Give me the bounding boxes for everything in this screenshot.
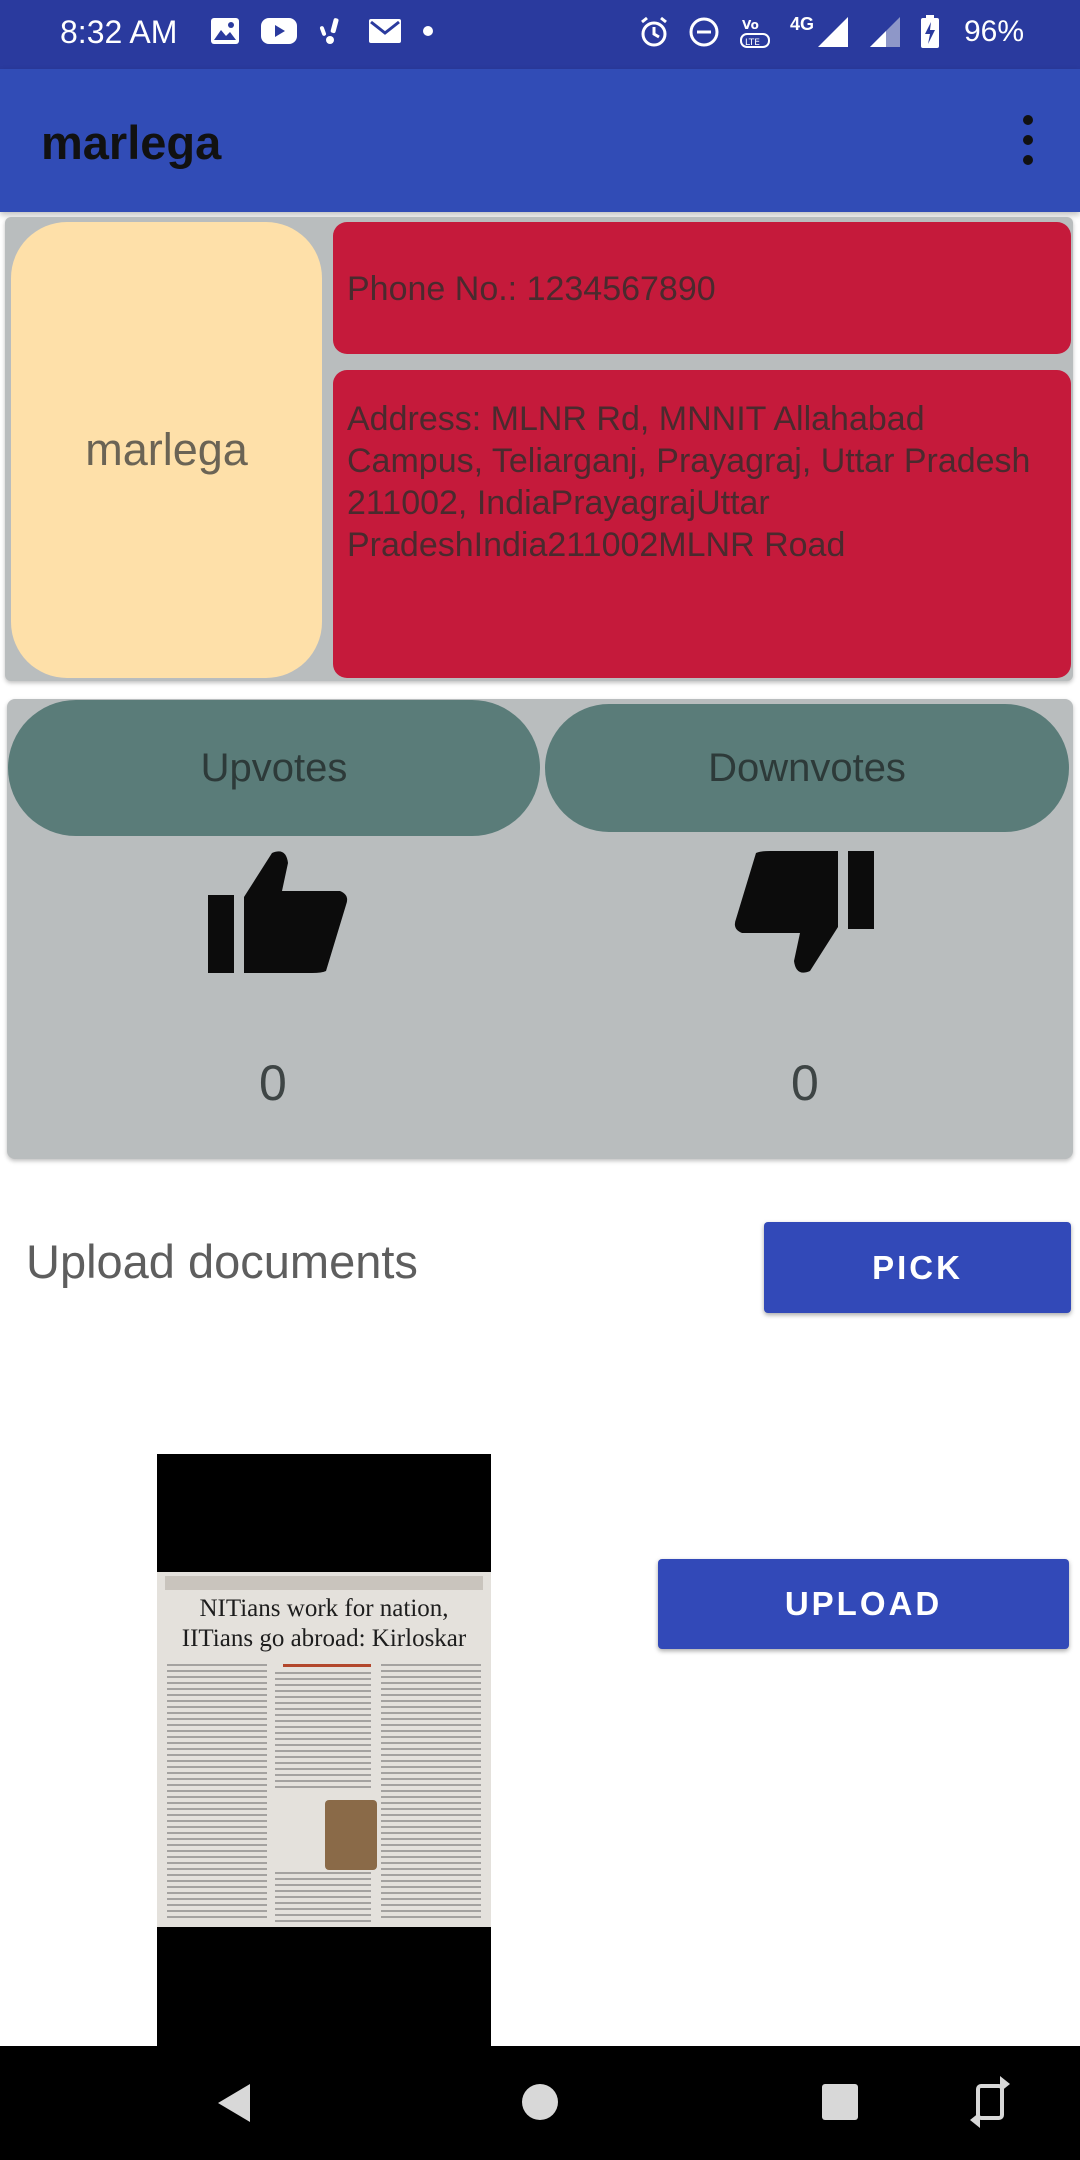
overflow-dot: [1023, 115, 1033, 125]
app-screen: 8:32 AM Vo LTE 4G 96% marlega marlega Ph…: [0, 0, 1080, 2160]
recents-icon[interactable]: [822, 2084, 858, 2120]
gmail-icon: [369, 19, 401, 43]
battery-charging-icon: [920, 14, 939, 48]
rotate-icon[interactable]: [970, 2076, 1010, 2128]
signal-weak-icon: [869, 16, 900, 47]
upload-documents-label: Upload documents: [26, 1235, 418, 1288]
text-column: [381, 1664, 481, 1919]
notification-icon: [319, 18, 339, 44]
thumbs-up-icon[interactable]: [202, 845, 352, 975]
upvotes-button[interactable]: Upvotes: [8, 700, 540, 836]
thumbs-down-icon[interactable]: [730, 849, 880, 979]
home-icon[interactable]: [522, 2084, 558, 2120]
back-icon[interactable]: [218, 2084, 250, 2122]
downvotes-count: 0: [791, 1055, 819, 1111]
system-icons: Vo LTE 4G 96%: [638, 14, 1024, 49]
dnd-icon: [689, 17, 719, 46]
text-column: [275, 1672, 371, 1792]
text-column: [167, 1664, 267, 1919]
pick-button[interactable]: PICK: [764, 1222, 1071, 1313]
youtube-icon: [261, 18, 297, 44]
app-bar: marlega: [0, 69, 1080, 212]
network-type: 4G: [789, 14, 814, 34]
profile-card: marlega Phone No.: 1234567890 Address: M…: [5, 217, 1073, 681]
downvotes-button[interactable]: Downvotes: [545, 704, 1069, 832]
alarm-icon: [641, 16, 667, 46]
dot-icon: [423, 26, 433, 36]
battery-percent: 96%: [963, 14, 1024, 48]
status-time: 8:32 AM: [60, 14, 178, 50]
overflow-dot: [1023, 135, 1033, 145]
navigation-bar: [0, 2046, 1080, 2160]
signal-group: 4G: [790, 14, 850, 49]
overflow-menu-icon[interactable]: [1016, 115, 1040, 165]
document-preview-image: NITians work for nation, IITians go abro…: [157, 1454, 491, 2050]
status-bar: 8:32 AM Vo LTE 4G 96%: [0, 0, 1080, 69]
newspaper-clipping: NITians work for nation, IITians go abro…: [157, 1572, 491, 1927]
phone-number: Phone No.: 1234567890: [333, 222, 1071, 354]
paper-strip: [165, 1576, 483, 1590]
app-title: marlega: [41, 116, 222, 169]
text-column: [275, 1872, 371, 1922]
address: Address: MLNR Rd, MNNIT Allahabad Campus…: [333, 370, 1071, 678]
vote-card: Upvotes Downvotes 0 0: [7, 699, 1073, 1159]
gallery-icon: [211, 18, 239, 44]
portrait-photo: [325, 1800, 377, 1870]
overflow-dot: [1023, 155, 1033, 165]
svg-text:Vo: Vo: [742, 18, 759, 32]
svg-text:LTE: LTE: [745, 38, 760, 48]
profile-name: marlega: [11, 222, 322, 678]
signal-icon: [817, 17, 848, 47]
upload-button[interactable]: UPLOAD: [658, 1559, 1069, 1649]
newspaper-headline: NITians work for nation, IITians go abro…: [181, 1595, 467, 1652]
upvotes-count: 0: [259, 1055, 287, 1111]
volte-icon: Vo LTE: [739, 18, 770, 48]
notification-icons: [210, 16, 434, 46]
